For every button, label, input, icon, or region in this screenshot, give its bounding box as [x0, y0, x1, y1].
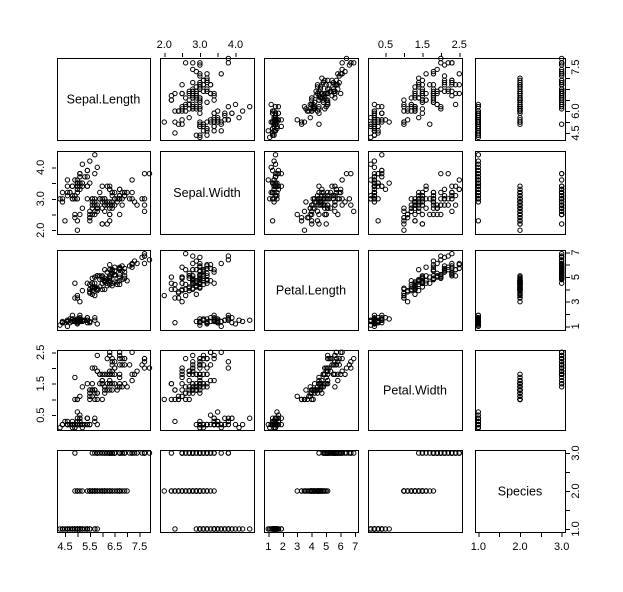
- axis-tick-label: 3: [294, 541, 300, 553]
- variable-name-label: Sepal.Width: [173, 186, 240, 200]
- scatter-panel-petal-width-vs-sepal-width: [368, 151, 463, 235]
- panel-frame: [160, 350, 255, 431]
- diagonal-panel-sepal-width: Sepal.Width: [160, 151, 255, 235]
- scatter-panel-petal-length-vs-sepal-length: [264, 55, 359, 141]
- data-points: [57, 152, 153, 233]
- axis-tick-label: 6.0: [570, 103, 582, 118]
- axis-tick-label: 1.0: [471, 541, 486, 553]
- panel-frame: [57, 350, 151, 431]
- scatter-panel-sepal-length-vs-species: [57, 450, 153, 533]
- axis-tick-label: 2.5: [452, 39, 467, 51]
- data-points: [57, 250, 153, 330]
- axis-tick-label: 2.0: [512, 541, 527, 553]
- scatterplot-matrix: Sepal.Length Sepal.Width Petal.Length Petal…: [35, 39, 582, 553]
- axis-tick-label: 2.0: [570, 483, 582, 498]
- pairs-plot-figure: Sepal.Length Sepal.Width Petal.Length Petal…: [0, 0, 623, 592]
- axis-tick-label: 5: [323, 541, 329, 553]
- scatter-panel-petal-width-vs-species: [368, 450, 463, 533]
- diagonal-panel-petal-width: Petal.Width: [368, 350, 463, 431]
- scatter-panel-species-vs-sepal-length: [475, 55, 566, 141]
- scatter-panel-sepal-width-vs-species: [160, 450, 255, 533]
- scatter-panel-sepal-width-vs-sepal-length: [160, 55, 255, 141]
- scatter-panel-sepal-length-vs-petal-length: [57, 250, 153, 331]
- axis-tick-label: 4.5: [570, 125, 582, 140]
- axis-tick-label: 7: [352, 541, 358, 553]
- data-points: [475, 152, 565, 233]
- scatter-panel-petal-width-vs-petal-length: [368, 250, 463, 331]
- scatter-panel-sepal-width-vs-petal-width: [160, 349, 255, 431]
- axis-tick-label: 1.0: [570, 521, 582, 536]
- scatter-panel-species-vs-petal-width: [475, 349, 566, 431]
- axis-tick-label: 2.0: [35, 223, 47, 238]
- scatter-panel-species-vs-petal-length: [475, 250, 566, 331]
- diagonal-panel-sepal-length: Sepal.Length: [57, 58, 151, 141]
- axis-tick-label: 3.0: [35, 191, 47, 206]
- diagonal-panel-species: Species: [475, 450, 566, 533]
- axis-tick-label: 3.0: [192, 39, 207, 51]
- data-points: [265, 349, 357, 431]
- variable-name-label: Petal.Width: [383, 383, 447, 397]
- axis-tick-label: 4.0: [228, 39, 243, 51]
- axis-tick-label: 3.0: [570, 445, 582, 460]
- data-points: [57, 349, 153, 431]
- axis-tick-label: 0.5: [378, 39, 393, 51]
- axis-tick-label: 4: [309, 541, 315, 553]
- variable-name-label: Species: [498, 484, 542, 498]
- data-points: [368, 152, 462, 233]
- axis-tick-label: 1: [265, 541, 271, 553]
- data-points: [475, 55, 565, 141]
- axis-tick-label: 3.0: [554, 541, 569, 553]
- axis-tick-label: 6.5: [107, 541, 122, 553]
- axis-tick-label: 0.5: [35, 407, 47, 422]
- axis-tick-label: 1: [570, 323, 582, 329]
- axis-tick-label: 7.5: [132, 541, 147, 553]
- axis-tick-label: 4.5: [57, 541, 72, 553]
- diagonal-panel-petal-length: Petal.Length: [264, 250, 359, 331]
- data-points: [475, 250, 565, 330]
- panel-frame: [368, 58, 463, 141]
- axis-tick-label: 7: [570, 249, 582, 255]
- axis-tick-label: 2.0: [157, 39, 172, 51]
- panel-frame: [368, 450, 463, 533]
- panel-frame: [368, 151, 463, 235]
- axis-tick-label: 1.5: [35, 376, 47, 391]
- data-points: [265, 55, 357, 141]
- scatter-panel-petal-length-vs-petal-width: [264, 349, 359, 431]
- variable-name-label: Sepal.Length: [67, 92, 141, 106]
- scatter-panel-species-vs-sepal-width: [475, 151, 566, 235]
- scatter-panel-sepal-length-vs-petal-width: [57, 349, 153, 431]
- axis-tick-label: 5.5: [82, 541, 97, 553]
- scatter-panel-sepal-length-vs-sepal-width: [57, 151, 153, 235]
- data-points: [57, 450, 153, 532]
- variable-name-label: Petal.Length: [276, 283, 346, 297]
- data-points: [161, 450, 253, 532]
- data-points: [161, 349, 253, 431]
- panel-frame: [475, 58, 566, 141]
- data-points: [161, 250, 253, 330]
- data-points: [368, 250, 462, 330]
- axis-tick-label: 2.5: [35, 345, 47, 360]
- data-points: [265, 152, 357, 233]
- data-points: [265, 450, 357, 532]
- data-points: [368, 55, 462, 141]
- axis-tick-label: 6: [338, 541, 344, 553]
- data-points: [475, 349, 565, 431]
- axis-tick-label: 2: [280, 541, 286, 553]
- scatter-panel-petal-length-vs-species: [264, 450, 359, 533]
- axis-tick-label: 4.0: [35, 160, 47, 175]
- panel-frame: [160, 450, 255, 533]
- axis-tick-label: 1.5: [415, 39, 430, 51]
- axis-tick-label: 3: [570, 299, 582, 305]
- data-points: [368, 450, 462, 532]
- data-points: [161, 55, 253, 141]
- axis-tick-label: 7.5: [570, 60, 582, 75]
- scatter-panel-petal-length-vs-sepal-width: [264, 151, 359, 235]
- scatter-panel-petal-width-vs-sepal-length: [368, 55, 463, 141]
- scatter-panel-sepal-width-vs-petal-length: [160, 250, 255, 331]
- axis-tick-label: 5: [570, 274, 582, 280]
